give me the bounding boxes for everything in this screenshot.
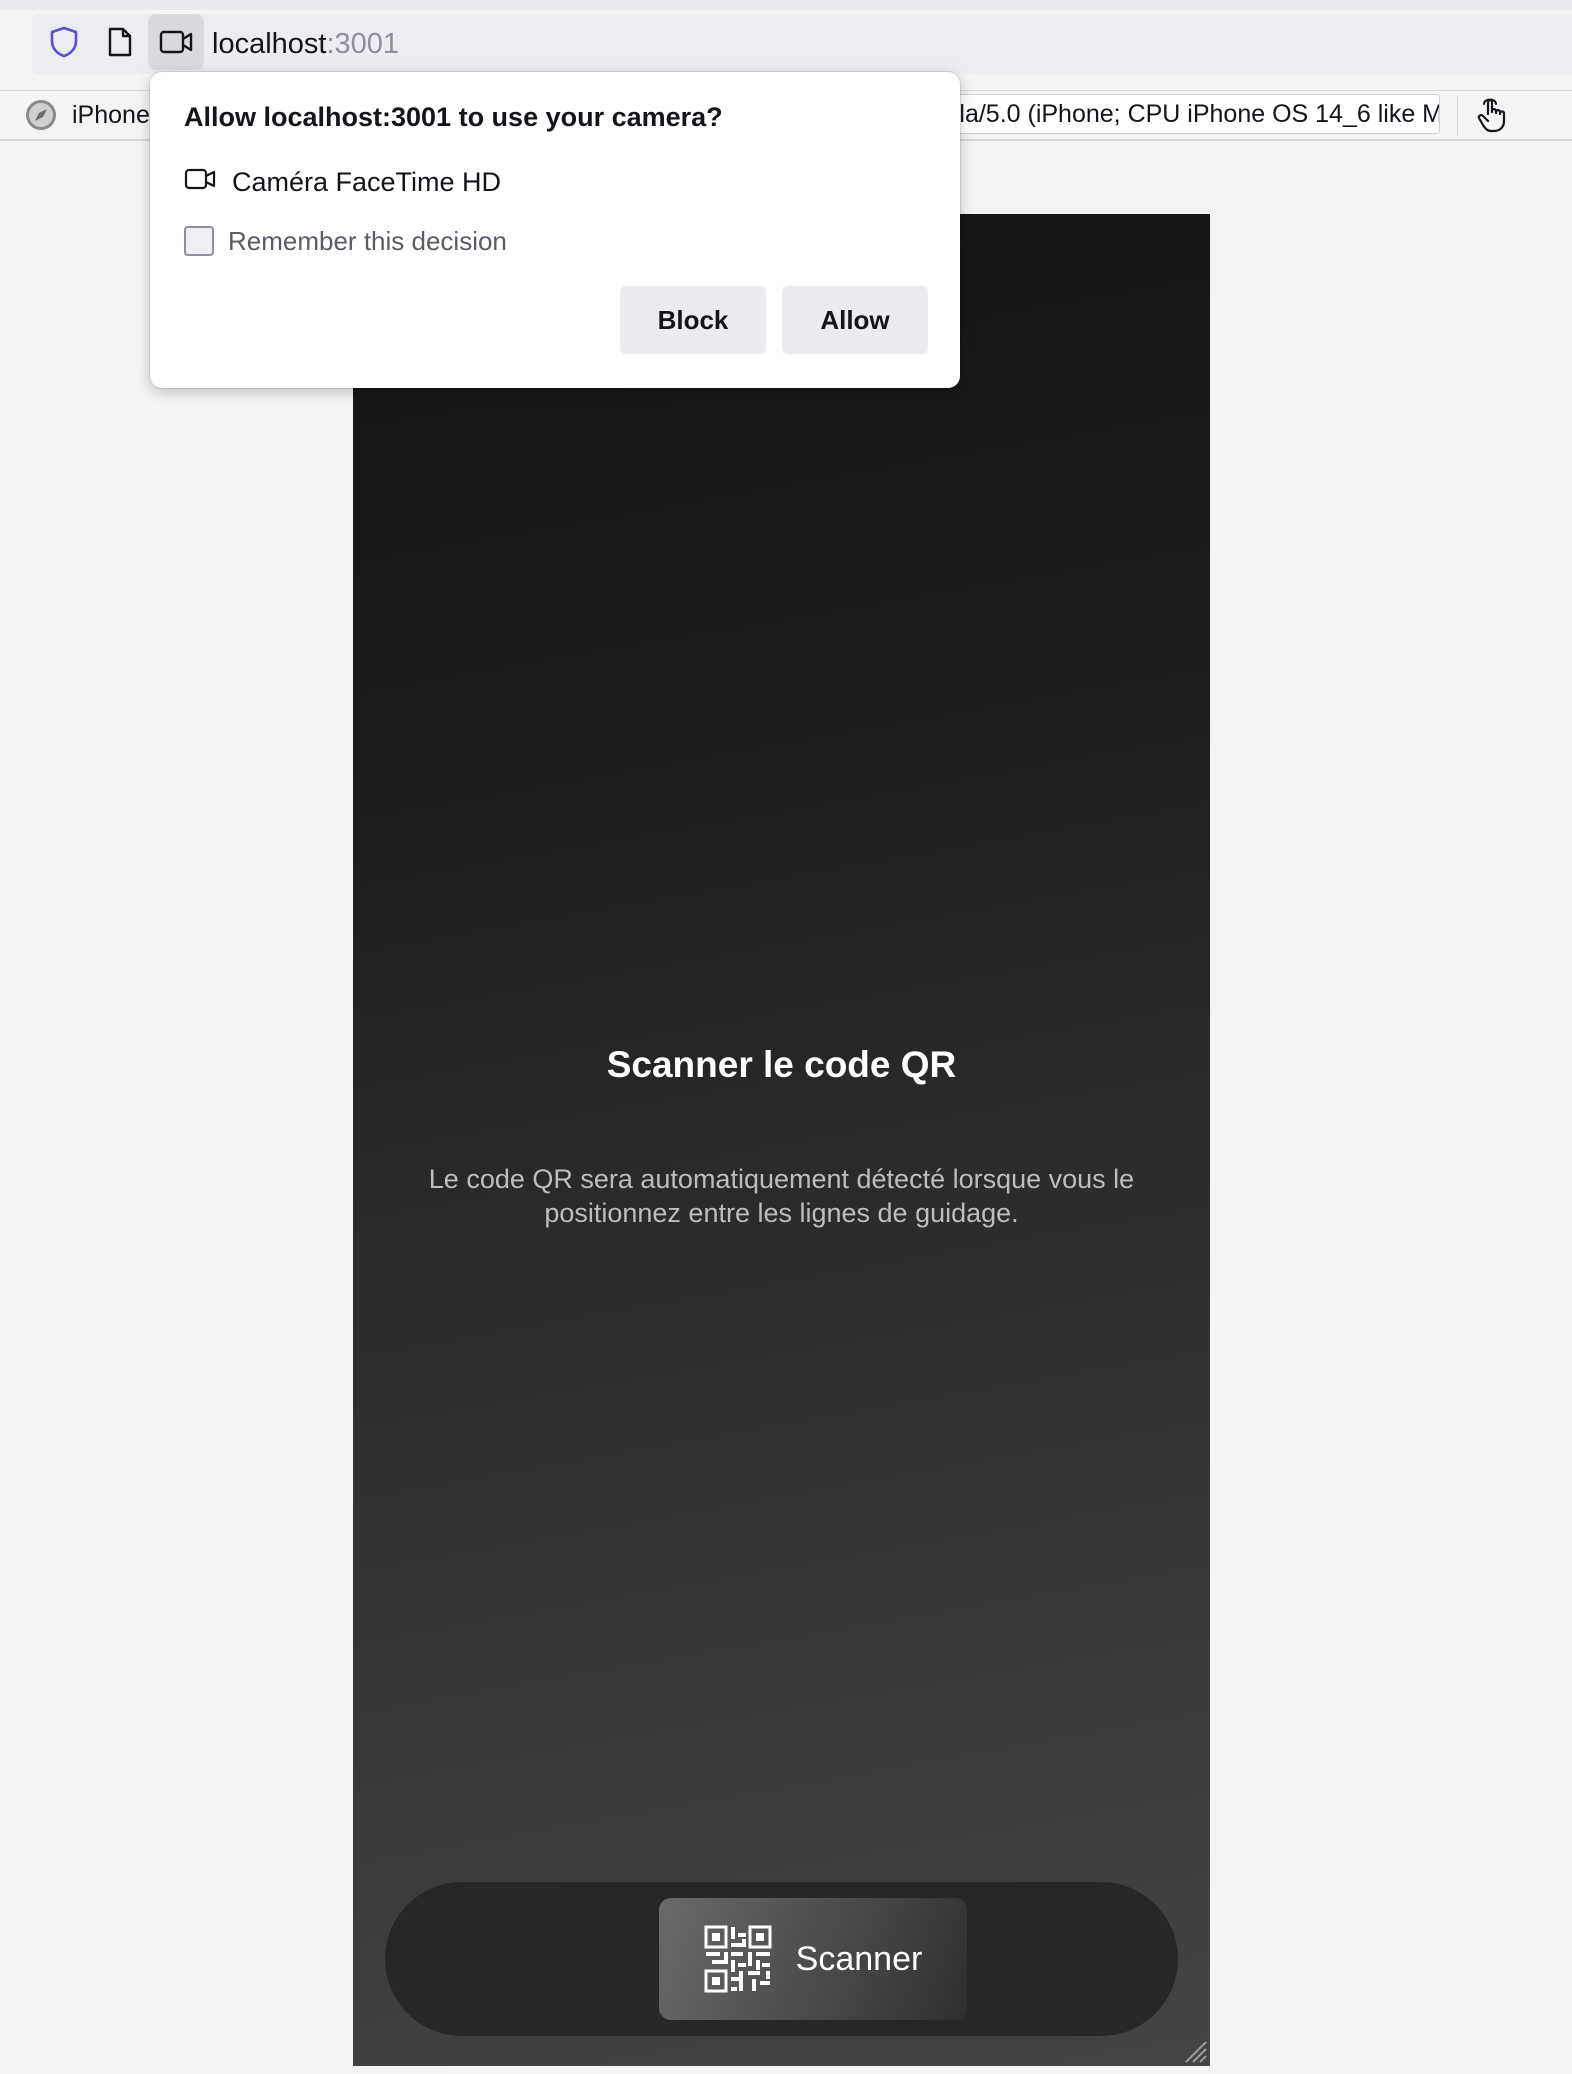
instruction-text: Le code QR sera automatiquement détecté …: [428, 1164, 1135, 1228]
remember-label[interactable]: Remember this decision: [228, 223, 507, 259]
user-agent-text: Mozilla/5.0 (iPhone; CPU iPhone OS 14_6 …: [940, 100, 1440, 128]
camera-icon: [184, 166, 216, 198]
permission-title: Allow localhost:3001 to use your camera?: [184, 102, 723, 132]
url-text[interactable]: localhost:3001: [212, 24, 399, 64]
camera-permission-dialog: Allow localhost:3001 to use your camera?…: [150, 72, 960, 388]
url-port: :3001: [326, 28, 400, 60]
device-viewport: Scanner le code QR Le code QR sera autom…: [353, 214, 1210, 2066]
camera-permission-icon[interactable]: [148, 14, 204, 70]
device-selector[interactable]: iPhone: [72, 98, 150, 132]
page-icon[interactable]: [98, 20, 142, 64]
scanner-button[interactable]: Scanner: [659, 1898, 967, 2020]
compass-icon[interactable]: [24, 98, 58, 132]
user-agent-input[interactable]: Mozilla/5.0 (iPhone; CPU iPhone OS 14_6 …: [940, 94, 1440, 134]
touch-icon[interactable]: [1474, 94, 1510, 134]
remember-checkbox[interactable]: [184, 226, 214, 256]
block-button[interactable]: Block: [620, 286, 766, 354]
page-title: Scanner le code QR: [606, 1044, 957, 1085]
scanner-button-label: Scanner: [795, 1939, 923, 1978]
toolbar-separator: [1457, 96, 1458, 136]
bottom-action-bar: Scanner: [385, 1882, 1178, 2036]
url-host: localhost: [212, 28, 327, 60]
shield-icon[interactable]: [42, 20, 86, 64]
allow-button[interactable]: Allow: [782, 286, 928, 354]
camera-device-name[interactable]: Caméra FaceTime HD: [232, 164, 501, 200]
window-top-strip: [0, 0, 1572, 10]
resize-handle-icon[interactable]: [1182, 2038, 1208, 2064]
qr-code-icon: [704, 1925, 772, 1993]
